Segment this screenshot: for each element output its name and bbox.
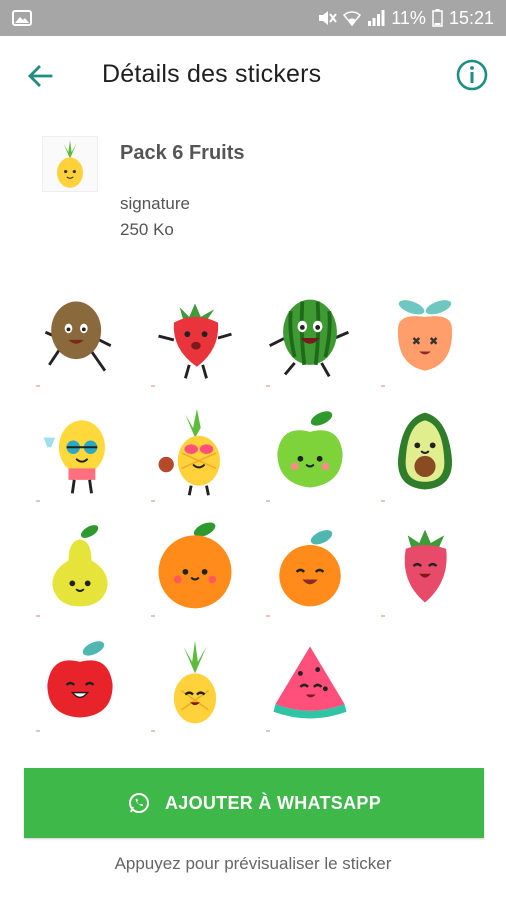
sticker-pineapple[interactable] (137, 395, 252, 510)
add-to-whatsapp-button[interactable]: AJOUTER À WHATSAPP (24, 768, 484, 838)
page-title: Détails des stickers (102, 60, 322, 88)
sticker-tangerine[interactable] (252, 510, 367, 625)
sticker-avocado[interactable] (367, 395, 482, 510)
app-bar: Détails des stickers (0, 36, 506, 114)
pack-author: signature (120, 194, 190, 213)
tangerine-sticker-icon (278, 529, 341, 606)
sticker-pear[interactable] (22, 510, 137, 625)
sticker-green-apple[interactable] (252, 395, 367, 510)
pineapple-icon (57, 140, 83, 188)
status-bar: 11% 15:21 (0, 0, 506, 36)
pack-size: 250 Ko (120, 220, 174, 239)
sticker-lemon[interactable] (22, 395, 137, 510)
green-apple-sticker-icon (276, 410, 343, 488)
kiwi-sticker-icon (44, 301, 111, 371)
preview-hint: Appuyez pour prévisualiser le sticker (114, 854, 392, 873)
peach-sticker-icon (397, 299, 452, 371)
sticker-watermelon-slice[interactable] (252, 625, 367, 740)
sticker-red-apple[interactable] (22, 625, 137, 740)
sticker-orange[interactable] (137, 510, 252, 625)
battery-percent: 11% (391, 7, 426, 28)
pack-name: Pack 6 Fruits (120, 142, 245, 164)
sticker-strawberry[interactable] (137, 280, 252, 395)
orange-sticker-icon (158, 521, 231, 608)
image-notification-icon (12, 10, 32, 26)
arrow-left-icon (28, 65, 53, 87)
watermelon-slice-sticker-icon (273, 646, 346, 719)
battery-icon (432, 9, 443, 27)
sticker-peach[interactable] (367, 280, 482, 395)
sticker-watermelon[interactable] (252, 280, 367, 395)
add-button-label: AJOUTER À WHATSAPP (164, 792, 382, 813)
strawberry-sticker-icon (157, 302, 232, 379)
pear-sticker-icon (51, 524, 108, 606)
sticker-strawberry-pink[interactable] (367, 510, 482, 625)
red-apple-sticker-icon (46, 640, 113, 718)
mute-icon (319, 11, 338, 25)
back-button[interactable] (22, 58, 58, 94)
avocado-sticker-icon (397, 412, 452, 489)
watermelon-sticker-icon (268, 299, 349, 377)
tray-icon (42, 136, 98, 192)
wifi-icon (343, 11, 362, 27)
clock: 15:21 (448, 7, 494, 28)
strawberry-pink-sticker-icon (404, 529, 447, 603)
lemon-sticker-icon (43, 419, 105, 494)
sticker-grid (22, 280, 482, 740)
sticker-pineapple-small[interactable] (137, 625, 252, 740)
signal-icon (368, 10, 385, 26)
whatsapp-icon (128, 793, 149, 813)
sticker-kiwi[interactable] (22, 280, 137, 395)
pineapple-sticker-icon (158, 408, 220, 496)
info-icon[interactable] (455, 58, 489, 92)
pack-header: Pack 6 Fruits signature 250 Ko (0, 114, 506, 264)
pineapple-small-sticker-icon (173, 640, 216, 723)
